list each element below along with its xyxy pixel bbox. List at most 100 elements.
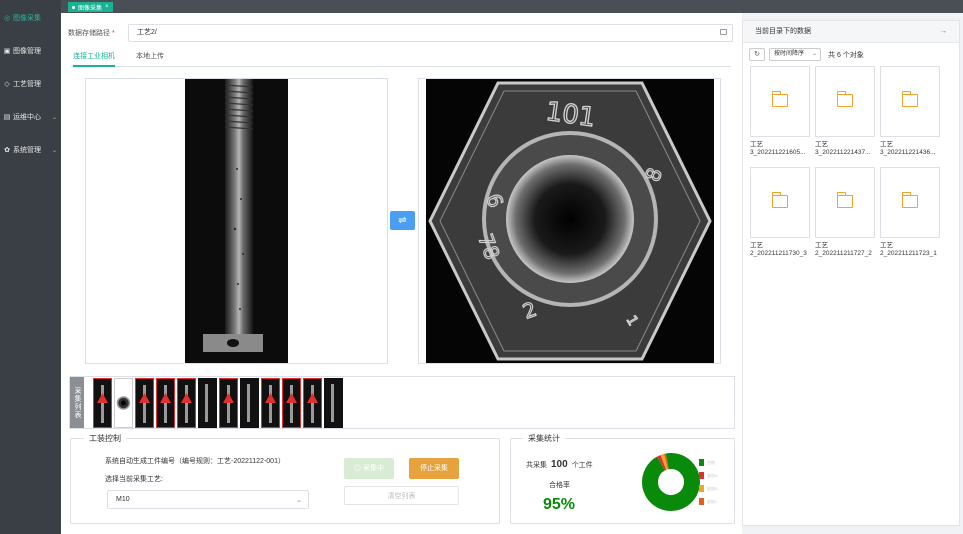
pass-rate-donut xyxy=(642,453,700,511)
total-prefix: 共采集 xyxy=(526,462,547,469)
swap-images-button[interactable]: ⇌ xyxy=(390,211,415,230)
folder-card[interactable] xyxy=(815,66,875,137)
left-image-panel xyxy=(85,78,388,364)
folder-icon[interactable] xyxy=(720,29,727,35)
chevron-down-icon: ⌄ xyxy=(296,496,302,504)
legend-item: 缺陷C xyxy=(699,495,718,508)
legend-item: 缺陷A xyxy=(699,469,718,482)
capture-thumbnail[interactable] xyxy=(198,378,217,428)
folder-icon xyxy=(836,192,853,208)
path-label: 数据存储路径 * xyxy=(68,28,115,38)
required-mark: * xyxy=(111,30,115,37)
sidebar: ◎ 图像采集 ▣ 图像管理 ◇ 工艺管理 ▤ 运维中心 ⌄ ✿ 系统管理 ⌄ xyxy=(0,0,61,534)
folder-card[interactable] xyxy=(880,66,940,137)
sidebar-item-system-management[interactable]: ✿ 系统管理 ⌄ xyxy=(0,142,61,158)
legend-item: 合格 xyxy=(699,456,718,469)
sidebar-item-label: 运维中心 xyxy=(13,114,41,121)
process-select-label: 选择当前采集工艺: xyxy=(105,476,163,483)
folder-name[interactable]: 工艺 3_202211221437... xyxy=(815,141,879,157)
clear-list-button[interactable]: 清空列表 xyxy=(344,486,459,505)
capture-thumbnail[interactable] xyxy=(282,378,301,428)
folder-icon xyxy=(836,91,853,107)
refresh-button[interactable]: ↻ xyxy=(749,48,765,61)
capture-thumbnail[interactable] xyxy=(93,378,112,428)
capture-stats-panel: 采集统计 共采集 100 个工件 合格率 95% 合格 缺陷A 缺陷B 缺陷C xyxy=(510,433,735,524)
capture-thumbnail[interactable] xyxy=(219,378,238,428)
legend-label: 缺陷B xyxy=(707,485,718,491)
capture-thumbnail[interactable] xyxy=(177,378,196,428)
folder-card[interactable] xyxy=(815,167,875,238)
path-label-text: 数据存储路径 xyxy=(68,30,110,37)
tab-connect-camera[interactable]: 连接工业相机 xyxy=(73,51,115,67)
capture-stats-title: 采集统计 xyxy=(523,433,565,444)
directory-header: 当前目录下的数据 → xyxy=(743,21,959,43)
pass-rate-label: 合格率 xyxy=(549,482,570,489)
close-icon[interactable]: × xyxy=(105,4,109,10)
capture-thumbnail[interactable] xyxy=(324,378,343,428)
capture-thumbnail[interactable] xyxy=(156,378,175,428)
folder-icon xyxy=(771,192,788,208)
folder-card[interactable] xyxy=(750,66,810,137)
gear-icon: ✿ xyxy=(4,147,10,154)
collecting-button[interactable]: ◎ 采集中 xyxy=(344,458,394,479)
arrow-right-icon[interactable]: → xyxy=(940,21,947,43)
folder-name[interactable]: 工艺 2_202211211727_2 xyxy=(815,242,879,258)
folder-card[interactable] xyxy=(750,167,810,238)
folder-name[interactable]: 工艺 2_202211211730_3 xyxy=(750,242,814,258)
object-count: 共 6 个对象 xyxy=(828,52,864,59)
sort-select-value: 按时间降序 xyxy=(774,51,805,57)
tooling-control-panel: 工装控制 系统自动生成工件编号（编号规则：工艺-20221122-001） 选择… xyxy=(70,433,500,524)
sidebar-item-label: 图像采集 xyxy=(13,15,41,22)
sidebar-item-process-management[interactable]: ◇ 工艺管理 xyxy=(0,76,61,92)
folder-name[interactable]: 工艺 2_202211211723_1 xyxy=(880,242,944,258)
directory-title: 当前目录下的数据 xyxy=(755,28,811,35)
capture-thumbnail[interactable] xyxy=(240,378,259,428)
sidebar-item-label: 图像管理 xyxy=(13,48,41,55)
folder-icon xyxy=(901,192,918,208)
folder-icon xyxy=(901,91,918,107)
donut-slice xyxy=(642,453,700,511)
legend-item: 缺陷B xyxy=(699,482,718,495)
directory-panel: 当前目录下的数据 → ↻ 按时间降序 ⌄ 共 6 个对象 工艺 3_2022112… xyxy=(742,20,960,526)
total-suffix: 个工件 xyxy=(571,462,593,469)
stop-capture-button[interactable]: 停止采集 xyxy=(409,458,459,479)
sidebar-item-image-capture[interactable]: ◎ 图像采集 xyxy=(0,10,61,26)
folder-name[interactable]: 工艺 3_202211221436... xyxy=(880,141,944,157)
capture-thumbnail[interactable] xyxy=(261,378,280,428)
donut-legend: 合格缺陷A 缺陷B 缺陷C xyxy=(699,456,718,508)
main-content: 数据存储路径 * 工艺2/ 连接工业相机 本地上传 ⇌ 101 6 78 8 2… xyxy=(61,13,742,534)
capture-thumbnail[interactable] xyxy=(114,378,133,428)
donut-slice xyxy=(657,454,667,471)
capture-thumbnail[interactable] xyxy=(135,378,154,428)
tab-label: 图像采集 xyxy=(78,5,103,12)
total-value: 100 xyxy=(551,459,568,470)
tooling-control-title: 工装控制 xyxy=(84,433,126,444)
bolt-head-image: 101 6 78 8 2 1 xyxy=(426,79,714,363)
right-image-panel: 101 6 78 8 2 1 xyxy=(418,78,721,364)
legend-swatch xyxy=(699,485,704,492)
legend-label: 缺陷A xyxy=(707,472,718,478)
process-select[interactable]: M10 ⌄ xyxy=(107,490,309,509)
folder-name[interactable]: 工艺 3_202211221605... xyxy=(750,141,814,157)
process-icon: ◇ xyxy=(4,81,10,88)
tab-local-upload[interactable]: 本地上传 xyxy=(136,51,164,67)
legend-label: 合格 xyxy=(707,459,715,465)
sidebar-item-ops-center[interactable]: ▤ 运维中心 ⌄ xyxy=(0,109,61,125)
legend-label: 缺陷C xyxy=(707,498,718,504)
capture-list-label: 采集列表 xyxy=(70,377,84,428)
folder-card[interactable] xyxy=(880,167,940,238)
chevron-down-icon: ⌄ xyxy=(51,114,57,121)
tab-image-capture[interactable]: 图像采集 × xyxy=(68,2,113,12)
capture-thumbnail[interactable] xyxy=(303,378,322,428)
sort-select[interactable]: 按时间降序 ⌄ xyxy=(769,48,821,61)
image-icon: ▣ xyxy=(3,48,11,55)
auto-number-text: 系统自动生成工件编号（编号规则：工艺-20221122-001） xyxy=(105,458,285,465)
camera-icon: ◎ xyxy=(3,15,11,22)
total-count: 共采集 100 个工件 xyxy=(526,459,593,470)
legend-swatch xyxy=(699,459,704,466)
chevron-down-icon: ⌄ xyxy=(811,51,817,57)
sidebar-item-image-management[interactable]: ▣ 图像管理 xyxy=(0,43,61,59)
process-select-value: M10 xyxy=(116,496,130,503)
storage-path-input[interactable]: 工艺2/ xyxy=(128,24,733,42)
chevron-down-icon: ⌄ xyxy=(51,147,57,154)
